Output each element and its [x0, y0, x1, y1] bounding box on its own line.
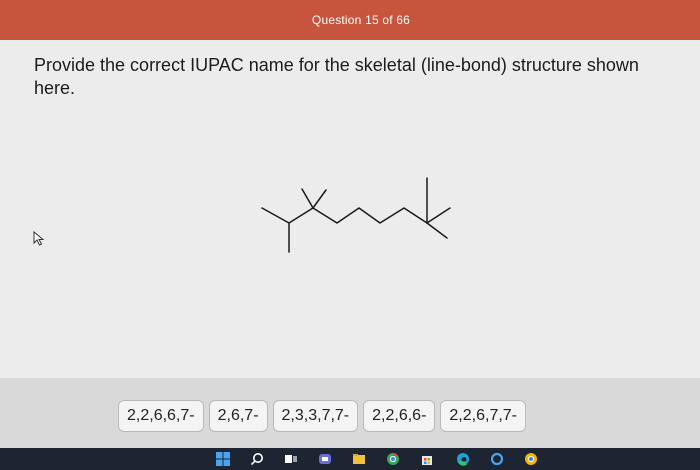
choice-button[interactable]: 2,2,6,6-	[363, 400, 436, 432]
store-icon[interactable]	[420, 452, 434, 466]
answer-choices-bar: 2,2,6,6,7- 2,6,7- 2,3,3,7,7- 2,2,6,6- 2,…	[0, 378, 700, 448]
choice-button[interactable]: 2,2,6,6,7-	[118, 400, 204, 432]
main-chain	[261, 207, 451, 224]
search-icon[interactable]	[250, 452, 264, 466]
file-explorer-icon[interactable]	[352, 452, 366, 466]
cortana-icon[interactable]	[490, 452, 504, 466]
choice-button[interactable]: 2,3,3,7,7-	[272, 400, 359, 432]
task-view-icon[interactable]	[284, 452, 298, 466]
choice-button[interactable]: 2,6,7-	[208, 400, 268, 432]
branch-c3-left-methyl	[301, 188, 314, 209]
branch-c7-down-methyl	[426, 222, 448, 239]
taskbar	[0, 448, 700, 470]
mouse-cursor-icon	[33, 231, 45, 246]
choice-button[interactable]: 2,2,6,7,7-	[440, 400, 527, 432]
chrome-icon[interactable]	[386, 452, 400, 466]
edge-icon[interactable]	[456, 452, 470, 466]
chrome-canary-icon[interactable]	[524, 452, 538, 466]
skeletal-structure	[261, 177, 451, 253]
windows-icon[interactable]	[216, 452, 230, 466]
branch-c3-right-methyl	[312, 189, 327, 209]
question-content: Provide the correct IUPAC name for the s…	[0, 40, 700, 378]
choice-list: 2,2,6,6,7- 2,6,7- 2,3,3,7,7- 2,2,6,6- 2,…	[118, 400, 527, 432]
teams-icon[interactable]	[318, 452, 332, 466]
question-header: Question 15 of 66	[0, 0, 700, 40]
question-counter: Question 15 of 66	[311, 13, 411, 27]
